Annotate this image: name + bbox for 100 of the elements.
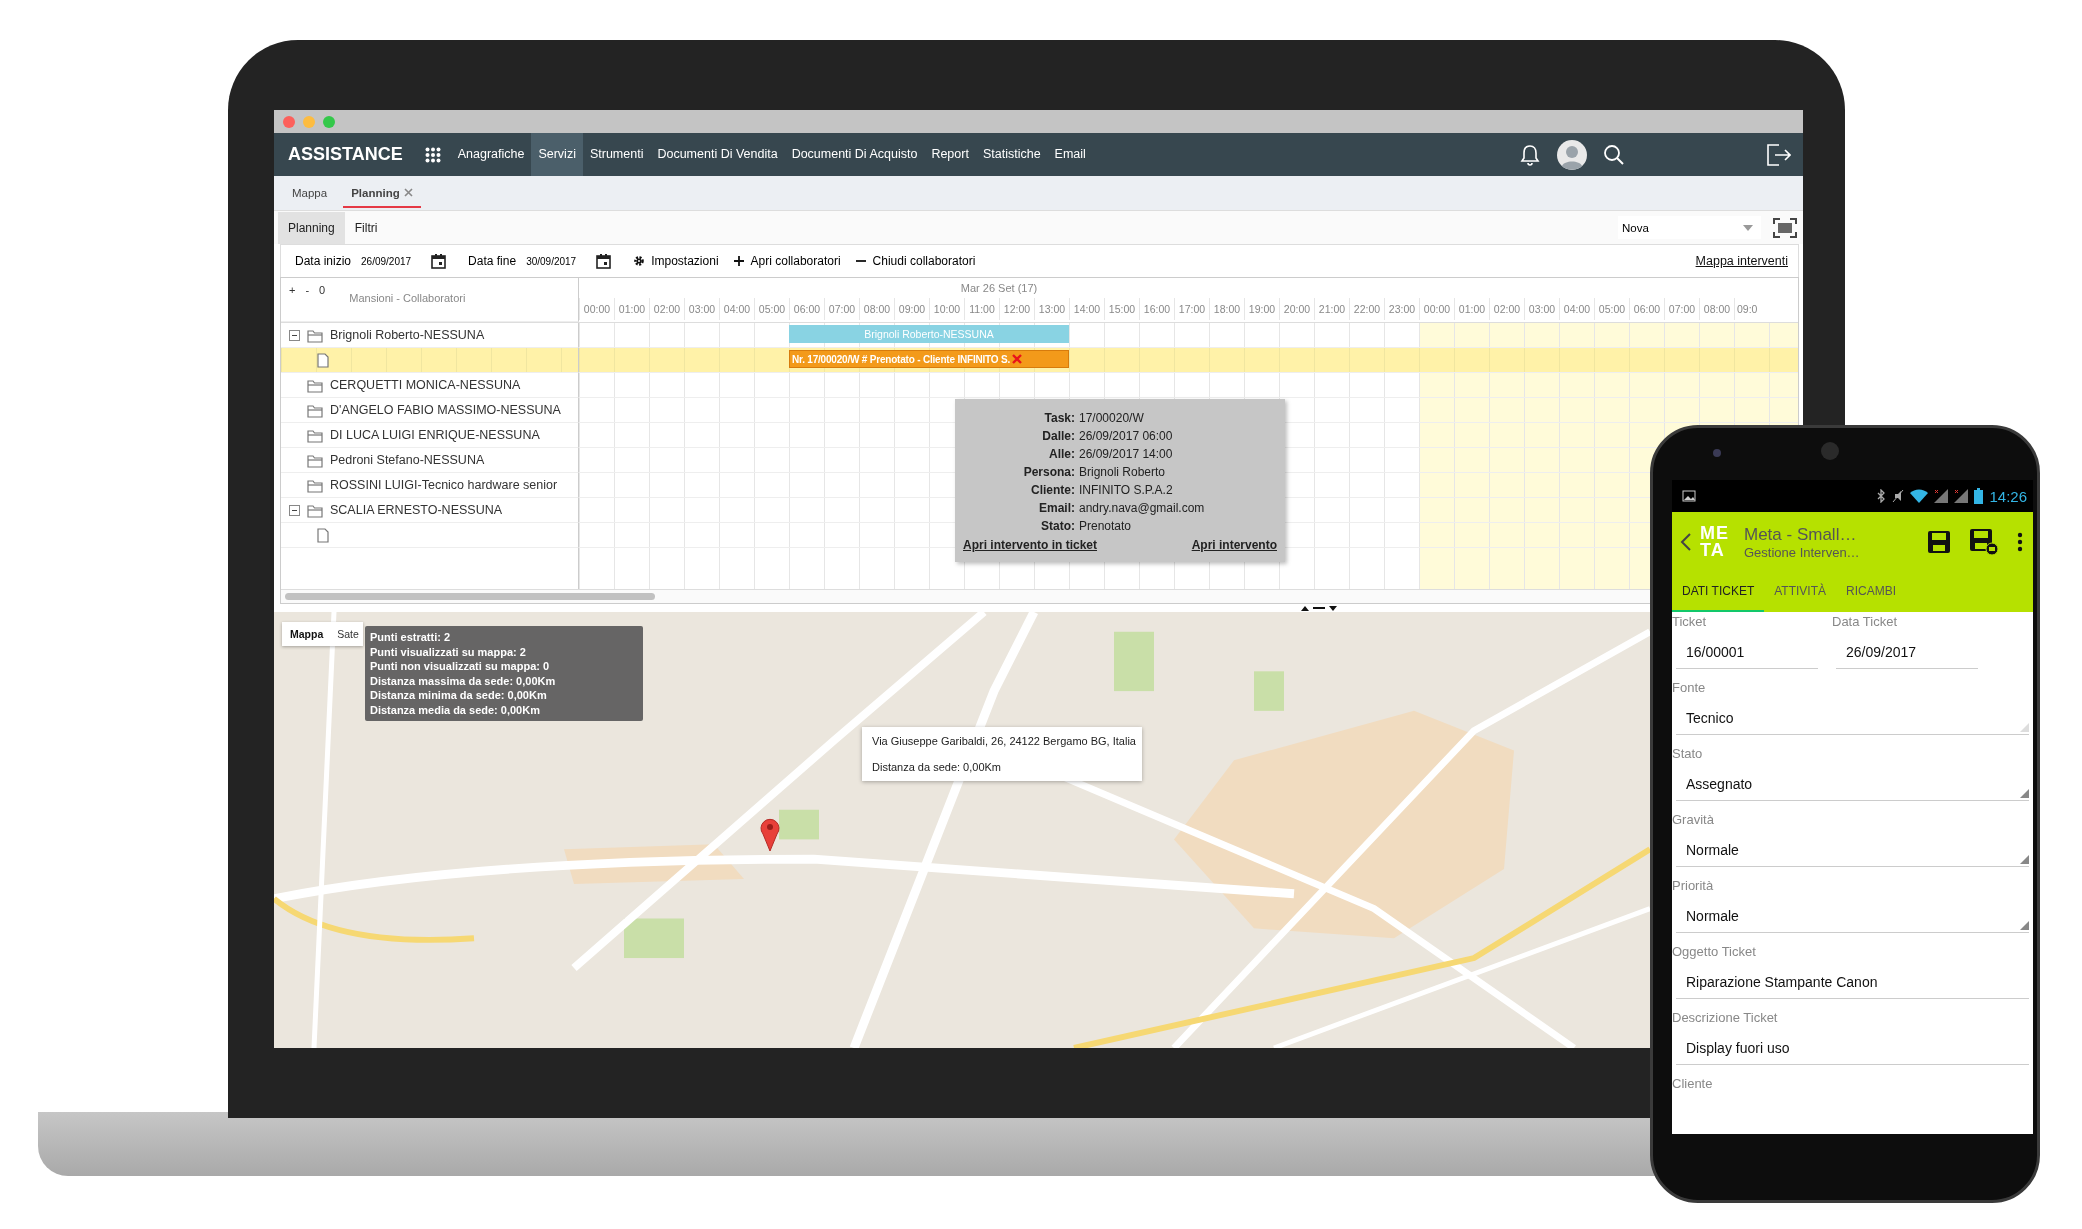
map-type-button[interactable]: Mappa [282,622,332,646]
fullscreen-icon[interactable] [1773,217,1797,238]
dropdown-field[interactable]: Normale [1676,830,2029,867]
apps-grid-icon[interactable] [424,146,441,163]
folder-icon [307,377,323,393]
hour-header: 05:00 [754,298,789,320]
hour-header: 21:00 [1314,298,1349,320]
close-icon[interactable] [403,188,413,197]
collaborator-name[interactable]: SCALIA ERNESTO-NESSUNA [330,503,503,517]
zoom-button[interactable]: + [289,284,296,296]
collaborator-name[interactable]: D'ANGELO FABIO MASSIMO-NESSUNA [330,403,561,417]
folder-icon [307,402,323,418]
nav-menu-item[interactable]: Statistiche [975,133,1048,176]
hour-header: 22:00 [1349,298,1384,320]
dropdown-caret-icon [1743,224,1753,231]
splitter-handle-icon[interactable] [1298,604,1339,612]
hour-header: 10:00 [929,298,964,320]
hour-header: 08:00 [859,298,894,320]
collapse-toggle-icon[interactable] [289,504,300,516]
hour-header: 23:00 [1384,298,1419,320]
toolbar-button[interactable]: Chiudi collaboratori [854,254,976,268]
wifi-icon [1910,489,1929,503]
field-label: Priorità [1672,877,1715,895]
field-label: Email: [1038,500,1075,517]
logout-icon[interactable] [1765,142,1791,167]
calendar-icon[interactable] [431,253,447,269]
more-options-icon[interactable] [2017,532,2023,552]
app-title: ASSISTANCE [288,144,403,165]
field-label: Gravità [1672,811,1715,829]
nav-menu-item[interactable]: Documenti Di Acquisto [784,133,925,176]
date-value: 26/09/2017 [361,255,412,267]
back-icon[interactable] [1680,532,1692,552]
hour-header: 00:00 [1419,298,1454,320]
zoom-button[interactable]: 0 [319,284,326,296]
nav-menu-item[interactable]: Strumenti [582,133,651,176]
input-field[interactable]: Riparazione Stampante Canon [1676,962,2029,999]
toolbar-button[interactable]: Apri collaboratori [732,254,841,268]
map-type-button[interactable]: Sate [331,622,363,646]
input-field[interactable]: 16/00001 [1676,632,1818,669]
map-pin-icon[interactable] [760,817,780,851]
page-tab[interactable]: Mappa [284,178,336,208]
scrollbar[interactable] [285,593,655,600]
nav-menu-item[interactable]: Anagrafiche [450,133,532,176]
sub-tab[interactable]: Filtri [344,211,388,244]
hour-header: 06:00 [1629,298,1664,320]
dropdown-field[interactable]: Assegnato [1676,764,2029,801]
map-link[interactable]: Mappa interventi [1695,254,1788,268]
hour-header: 15:00 [1104,298,1139,320]
camera-icon [1821,442,1839,460]
avatar[interactable] [1557,139,1587,170]
field-value: 26/09/2017 06:00 [1079,428,1174,445]
calendar-icon[interactable] [596,253,612,269]
save-print-icon[interactable] [1969,528,1999,556]
page-tab[interactable]: Planning [343,178,421,208]
collaborator-name[interactable]: Brignoli Roberto-NESSUNA [330,328,485,342]
input-field[interactable]: 26/09/2017 [1836,632,1978,669]
input-field[interactable]: Display fuori uso [1676,1028,2029,1065]
save-icon[interactable] [1927,530,1951,554]
field-label: Fonte [1672,679,1707,697]
mute-icon [1892,489,1905,503]
field-label: Data Ticket [1832,613,1899,631]
app-tab[interactable]: RICAMBI [1836,572,1907,612]
field-label: Persona: [1022,464,1075,481]
tooltip-link[interactable]: Apri intervento [1191,536,1277,554]
toolbar-button[interactable]: Impostazioni [633,254,719,268]
hour-header: 07:00 [824,298,859,320]
folder-icon [307,452,323,468]
collapse-toggle-icon[interactable] [289,329,300,341]
nav-menu-item[interactable]: Documenti Di Vendita [650,133,785,176]
field-label: Dalle: [1041,428,1075,445]
field-label: Cliente [1672,1075,1714,1093]
app-tab[interactable]: ATTIVITÀ [1764,572,1836,612]
app-subtitle: Gestione Interven… [1744,544,1861,560]
hour-header: 11:00 [964,298,999,320]
field-label: Ticket [1672,613,1708,631]
search-icon[interactable] [1603,143,1625,166]
zoom-button[interactable]: - [305,284,310,296]
hour-header: 00:00 [579,298,614,320]
collaborator-name[interactable]: ROSSINI LUIGI-Tecnico hardware senior [330,478,558,492]
hour-header: 04:00 [719,298,754,320]
tooltip-link[interactable]: Apri intervento in ticket [963,536,1098,554]
nav-menu-item[interactable]: Report [924,133,976,176]
hour-header: 02:00 [649,298,684,320]
nav-menu-item[interactable]: Servizi [531,133,583,176]
hour-header: 18:00 [1209,298,1244,320]
sub-tab[interactable]: Planning [278,211,345,244]
hour-header: 03:00 [684,298,719,320]
bluetooth-icon [1876,489,1887,503]
bell-icon[interactable] [1519,143,1541,166]
collaborator-name[interactable]: Pedroni Stefano-NESSUNA [330,453,485,467]
nav-menu-item[interactable]: Email [1047,133,1093,176]
dropdown-field[interactable]: Normale [1676,896,2029,933]
app-tab[interactable]: DATI TICKET [1672,572,1765,612]
stats-line: Punti visualizzati su mappa: 2 [370,644,527,659]
folder-icon [307,327,323,343]
field-label: Alle: [1048,446,1075,463]
collaborator-name[interactable]: CERQUETTI MONICA-NESSUNA [330,378,521,392]
collaborator-name[interactable]: DI LUCA LUIGI ENRIQUE-NESSUNA [330,428,540,442]
resource-dropdown[interactable]: Nova [1618,216,1761,239]
hour-header: 12:00 [999,298,1034,320]
